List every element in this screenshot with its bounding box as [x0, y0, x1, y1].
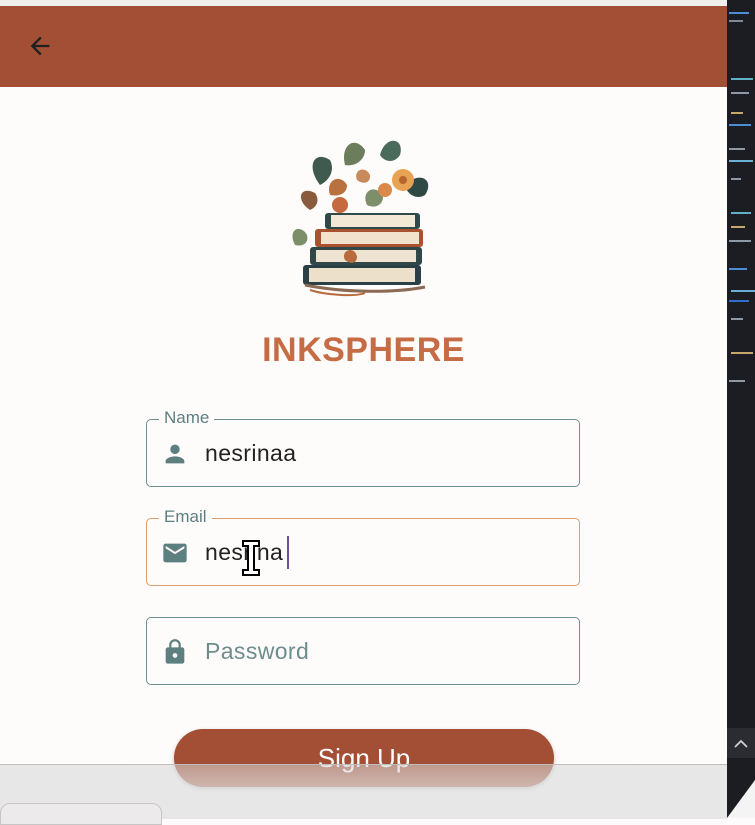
i-beam-cursor-icon	[242, 540, 260, 576]
name-label: Name	[159, 408, 215, 428]
signup-screen: INKSPHERE Name nesrinaa Email nesrina Pa…	[0, 87, 727, 818]
chevron-up-icon	[734, 739, 748, 748]
code-editor-strip	[727, 0, 755, 818]
mail-icon	[161, 539, 189, 567]
password-placeholder: Password	[205, 638, 310, 664]
name-field[interactable]: Name nesrinaa	[146, 408, 580, 487]
overlay-tab[interactable]	[0, 803, 162, 825]
browser-overlay-bar	[0, 764, 727, 825]
brand-title: INKSPHERE	[262, 331, 465, 369]
person-icon	[161, 440, 189, 468]
corner-fold-icon	[727, 780, 755, 818]
password-field[interactable]: Password	[146, 617, 580, 685]
books-logo	[292, 140, 429, 297]
name-value: nesrinaa	[205, 440, 297, 466]
text-caret	[287, 536, 289, 569]
arrow-left-icon	[30, 36, 50, 56]
back-button[interactable]	[22, 28, 58, 64]
scroll-up-button[interactable]	[727, 728, 755, 758]
email-label: Email	[159, 507, 212, 527]
app-bar	[0, 6, 727, 87]
email-field[interactable]: Email nesrina	[146, 507, 580, 586]
lock-icon	[161, 638, 189, 666]
